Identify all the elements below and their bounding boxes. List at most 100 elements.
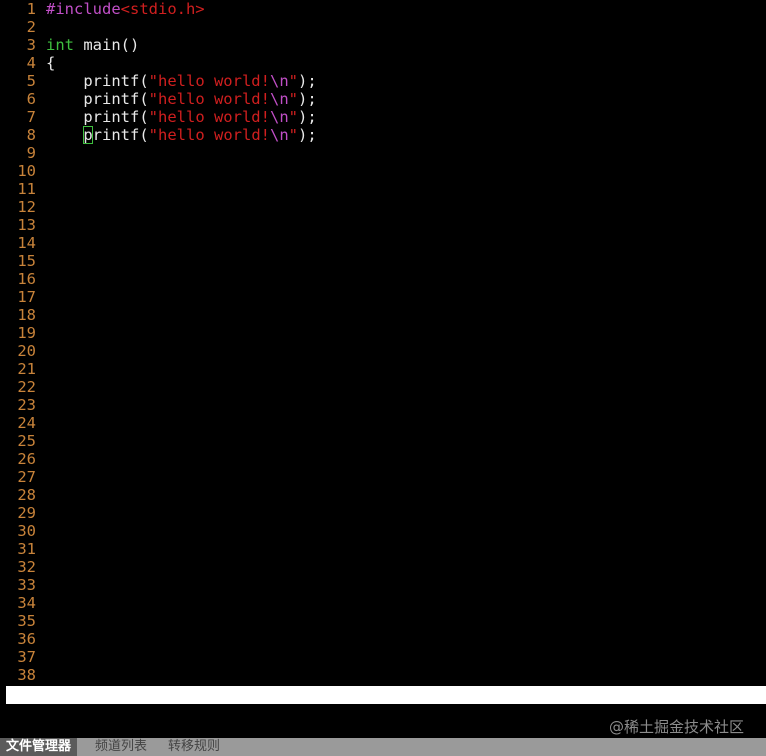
vim-statusline: test.c [+] (6, 686, 766, 722)
line-number: 37 (17, 648, 36, 666)
code-line[interactable]: 19 (0, 324, 36, 342)
code-line[interactable]: 34 (0, 594, 36, 612)
line-number: 23 (17, 396, 36, 414)
code-line[interactable]: 10 (0, 162, 36, 180)
line-number: 19 (17, 324, 36, 342)
code-text[interactable]: #include<stdio.h> (46, 0, 205, 18)
tab-channel-list[interactable]: 频道列表 (90, 738, 152, 756)
line-number: 15 (17, 252, 36, 270)
code-line[interactable]: 5 printf("hello world!\n"); (0, 72, 317, 90)
code-token: { (46, 54, 56, 72)
statusline-filename: test.c [+] (24, 704, 118, 722)
code-line[interactable]: 12 (0, 198, 36, 216)
code-line[interactable]: 18 (0, 306, 36, 324)
code-token: \n (269, 108, 289, 126)
code-token: " (288, 90, 298, 108)
code-line[interactable]: 35 (0, 612, 36, 630)
code-line[interactable]: 17 (0, 288, 36, 306)
code-line[interactable]: 28 (0, 486, 36, 504)
code-line[interactable]: 31 (0, 540, 36, 558)
code-line[interactable]: 6 printf("hello world!\n"); (0, 90, 317, 108)
code-line[interactable]: 38 (0, 666, 36, 684)
code-token: "hello world! (148, 90, 270, 108)
line-number: 31 (17, 540, 36, 558)
line-number: 18 (17, 306, 36, 324)
code-line[interactable]: 3 int main() (0, 36, 140, 54)
line-number: 5 (26, 72, 36, 90)
code-line[interactable]: 23 (0, 396, 36, 414)
code-token: \n (269, 72, 289, 90)
code-token: #include (46, 0, 121, 18)
line-number: 1 (26, 0, 36, 18)
code-line[interactable]: 24 (0, 414, 36, 432)
code-line[interactable]: 4{ (0, 54, 56, 72)
code-token: "hello world! (148, 72, 270, 90)
line-number: 27 (17, 468, 36, 486)
code-line[interactable]: 30 (0, 522, 36, 540)
vim-editor[interactable]: 1 #include<stdio.h> 2 3 int main() 4{5 printf… (0, 0, 766, 686)
code-token: " (288, 108, 298, 126)
code-line[interactable]: 8 printf("hello world!\n"); (0, 126, 317, 144)
line-number: 22 (17, 378, 36, 396)
code-token: \n (270, 126, 289, 144)
code-token: int (46, 36, 74, 54)
line-number: 21 (17, 360, 36, 378)
code-line[interactable]: 37 (0, 648, 36, 666)
code-line[interactable]: 26 (0, 450, 36, 468)
line-number: 35 (17, 612, 36, 630)
bottom-tab-bar: 文件管理器 频道列表 转移规则 (0, 738, 766, 756)
tab-transfer-rules[interactable]: 转移规则 (163, 738, 225, 756)
line-number: 34 (17, 594, 36, 612)
code-token: ); (298, 90, 317, 108)
code-text[interactable]: { (46, 54, 55, 72)
code-text[interactable]: printf("hello world!\n"); (46, 72, 316, 90)
code-text[interactable]: printf("hello world!\n"); (46, 126, 317, 144)
line-number: 2 (26, 18, 36, 36)
code-line[interactable]: 21 (0, 360, 36, 378)
code-line[interactable]: 1 #include<stdio.h> (0, 0, 205, 18)
code-token: printf( (46, 90, 149, 108)
code-line[interactable]: 27 (0, 468, 36, 486)
code-token: "hello world! (148, 108, 270, 126)
line-number: 10 (17, 162, 36, 180)
line-number: 13 (17, 216, 36, 234)
line-number: 3 (26, 36, 36, 54)
line-number: 14 (17, 234, 36, 252)
code-line[interactable]: 13 (0, 216, 36, 234)
line-number: 9 (26, 144, 36, 162)
code-token: main() (74, 36, 140, 54)
code-line[interactable]: 20 (0, 342, 36, 360)
code-line[interactable]: 33 (0, 576, 36, 594)
code-line[interactable]: 22 (0, 378, 36, 396)
code-line[interactable]: 11 (0, 180, 36, 198)
line-number: 8 (26, 126, 36, 144)
code-token: ); (298, 108, 317, 126)
code-token: "hello world! (148, 126, 270, 144)
code-line[interactable]: 9 (0, 144, 36, 162)
code-text[interactable]: int main() (46, 36, 139, 54)
text-cursor: p (83, 126, 93, 144)
code-text[interactable]: printf("hello world!\n"); (46, 90, 317, 108)
code-token: " (288, 72, 298, 90)
line-number: 33 (17, 576, 36, 594)
line-number: 12 (17, 198, 36, 216)
code-line[interactable]: 36 (0, 630, 36, 648)
code-line[interactable]: 16 (0, 270, 36, 288)
code-line[interactable]: 7 printf("hello world!\n"); (0, 108, 317, 126)
code-line[interactable]: 29 (0, 504, 36, 522)
line-number: 38 (17, 666, 36, 684)
watermark-text: @稀土掘金技术社区 (608, 718, 744, 736)
code-line[interactable]: 2 (0, 18, 36, 36)
line-number: 26 (17, 450, 36, 468)
code-token: rintf( (92, 126, 149, 144)
tab-file-manager[interactable]: 文件管理器 (0, 738, 78, 756)
code-line[interactable]: 15 (0, 252, 36, 270)
code-line[interactable]: 14 (0, 234, 36, 252)
code-text[interactable]: printf("hello world!\n"); (46, 108, 317, 126)
line-number: 36 (17, 630, 36, 648)
code-line[interactable]: 25 (0, 432, 36, 450)
line-number: 28 (17, 486, 36, 504)
code-line[interactable]: 32 (0, 558, 36, 576)
line-number: 16 (17, 270, 36, 288)
